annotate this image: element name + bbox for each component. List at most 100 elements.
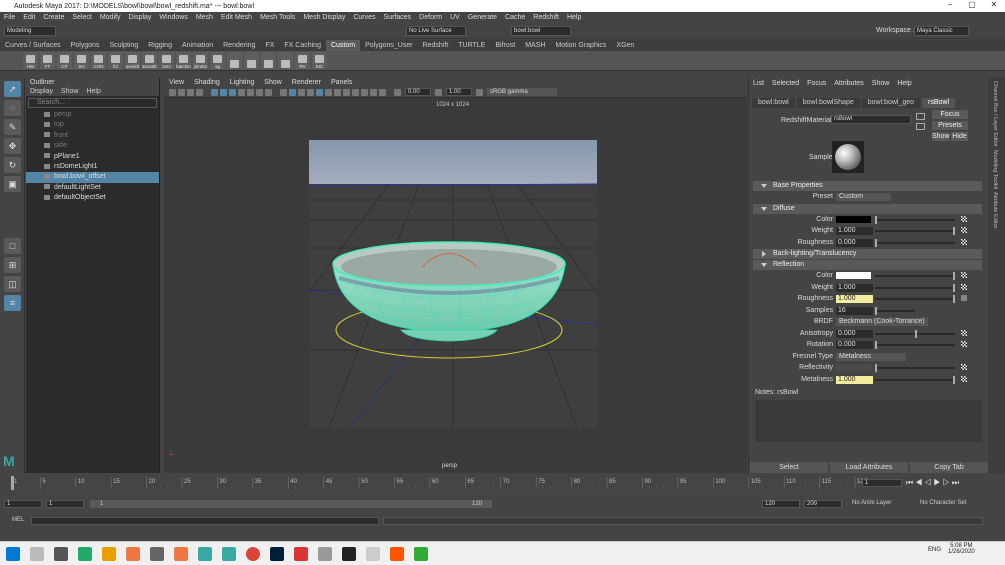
move-tool-icon[interactable]: ✥ <box>4 138 21 154</box>
shelf-button[interactable]: FT <box>40 52 55 69</box>
outliner-item[interactable]: pPlane1 <box>26 152 159 162</box>
app-icon[interactable] <box>414 546 428 561</box>
menu-uv[interactable]: UV <box>450 14 460 21</box>
image-plane-icon[interactable] <box>196 88 203 96</box>
refl-color-swatch[interactable] <box>836 272 871 279</box>
hide-button[interactable]: Hide <box>951 132 968 141</box>
shelf-button[interactable]: sg <box>210 52 225 69</box>
menu-display[interactable]: Display <box>128 14 151 21</box>
attr-footer-button[interactable]: Copy Tab <box>910 462 988 473</box>
film-gate-icon[interactable] <box>220 88 227 96</box>
outliner-item[interactable]: defaultObjectSet <box>26 193 159 203</box>
safe-title-icon[interactable] <box>265 88 272 96</box>
app-icon[interactable] <box>174 546 188 561</box>
map-button-icon[interactable] <box>961 238 967 245</box>
refl-roughness-field[interactable]: 1.000 <box>836 295 873 303</box>
attr-tab[interactable]: rsBowl <box>922 98 956 108</box>
diffuse-roughness-slider[interactable] <box>875 238 955 247</box>
shelf-button[interactable]: SH <box>74 52 89 69</box>
refl-samples-slider[interactable] <box>875 306 915 315</box>
minimize-button[interactable]: – <box>939 0 961 9</box>
app-icon[interactable] <box>102 546 116 561</box>
maya-taskbar-icon[interactable] <box>198 546 212 561</box>
scale-tool-icon[interactable]: ▣ <box>4 176 21 192</box>
shelf-tab[interactable]: XGen <box>611 40 639 51</box>
menu-edit[interactable]: Edit <box>23 14 35 21</box>
outliner-layout-icon[interactable]: ≡ <box>4 295 21 311</box>
app-icon[interactable] <box>78 546 92 561</box>
focus-button[interactable]: Focus <box>932 110 968 119</box>
language-indicator[interactable]: ENG <box>928 547 941 553</box>
shelf-tab[interactable]: TURTLE <box>453 40 490 51</box>
shelf-button[interactable]: jointSz <box>193 52 208 69</box>
select-tool-icon[interactable]: ➚ <box>4 81 21 97</box>
playback-start-field[interactable]: 1 <box>46 500 84 508</box>
reflectivity-slider[interactable] <box>875 364 955 372</box>
reflectivity-swatch[interactable] <box>836 364 871 371</box>
menu-generate[interactable]: Generate <box>468 14 497 21</box>
object-name-field[interactable]: bowl:bowl <box>511 25 571 36</box>
attr-menu-item[interactable]: Show <box>872 78 890 89</box>
side-tab[interactable]: Channel Box / Layer Editor <box>992 81 998 147</box>
outliner-item[interactable]: front <box>26 131 159 141</box>
app-icon[interactable] <box>126 546 140 561</box>
paint-select-icon[interactable]: ✎ <box>4 119 21 135</box>
backlighting-section[interactable]: Back-lighting/Translucency <box>753 249 982 259</box>
shelf-button[interactable]: EIC <box>312 52 327 69</box>
two-pane-icon[interactable]: ◫ <box>4 276 21 292</box>
menu-modify[interactable]: Modify <box>100 14 121 21</box>
reflection-section[interactable]: Reflection <box>753 260 982 270</box>
side-tab[interactable]: Attribute Editor <box>992 192 998 228</box>
search-icon[interactable] <box>30 546 44 561</box>
map-button-icon[interactable] <box>961 329 967 336</box>
shelf-button[interactable] <box>278 52 293 69</box>
attr-footer-button[interactable]: Load Attributes <box>830 462 908 473</box>
input-connection-icon[interactable] <box>916 123 925 130</box>
attr-menu-item[interactable]: List <box>753 78 764 89</box>
shelf-tab[interactable]: Redshift <box>418 40 454 51</box>
diffuse-color-slider[interactable] <box>875 215 955 224</box>
menu-select[interactable]: Select <box>72 14 91 21</box>
connected-map-icon[interactable] <box>961 295 967 301</box>
shelf-tab[interactable]: Custom <box>325 40 361 51</box>
anim-layer-dropdown[interactable]: No Anim Layer <box>852 500 891 506</box>
smooth-shade-icon[interactable] <box>289 88 296 96</box>
menu-deform[interactable]: Deform <box>419 14 442 21</box>
metalness-slider[interactable] <box>875 375 955 384</box>
shelf-button[interactable]: fcl <box>108 52 123 69</box>
task-view-icon[interactable] <box>54 546 68 561</box>
shelf-button[interactable]: zero <box>159 52 174 69</box>
shelf-tab[interactable]: Rendering <box>218 40 260 51</box>
material-name-field[interactable]: rsBowl <box>831 115 911 124</box>
anisotropy-slider[interactable] <box>875 329 955 338</box>
app-icon[interactable] <box>342 546 356 561</box>
menu-file[interactable]: File <box>4 14 15 21</box>
outliner-item[interactable]: top <box>26 120 159 130</box>
map-button-icon[interactable] <box>961 272 967 278</box>
output-connection-icon[interactable] <box>916 113 925 120</box>
shelf-tab[interactable]: Sculpting <box>104 40 143 51</box>
anisotropy-field[interactable]: 0.000 <box>836 329 873 338</box>
range-bar[interactable]: 1 120 <box>90 500 492 508</box>
lights-icon[interactable] <box>316 88 323 96</box>
refl-weight-field[interactable]: 1.000 <box>836 283 873 292</box>
diffuse-roughness-field[interactable]: 0.000 <box>836 238 873 247</box>
refl-roughness-slider[interactable] <box>875 295 955 303</box>
outliner-search-input[interactable]: Search... <box>28 98 157 108</box>
lasso-tool-icon[interactable]: ◌ <box>4 100 21 116</box>
shelf-tab[interactable]: FX <box>260 40 279 51</box>
chrome-icon[interactable] <box>246 546 260 561</box>
app-icon[interactable] <box>294 546 308 561</box>
time-slider[interactable]: 1 5 10 15 20 25 30 35 40 45 50 55 60 65 70 75 80 85 90 95 10… <box>0 473 1005 493</box>
playback-controls-icon[interactable]: ⏮◀◁▶▷⏭ <box>906 478 961 488</box>
gate-mask-icon[interactable] <box>238 88 245 96</box>
menu-curves[interactable]: Curves <box>353 14 375 21</box>
refl-color-slider[interactable] <box>875 272 955 280</box>
presets-button[interactable]: Presets <box>932 121 968 130</box>
outliner-item[interactable]: bowl:bowl_offset <box>26 172 159 183</box>
lock-camera-icon[interactable] <box>178 88 185 96</box>
menu-edit-mesh[interactable]: Edit Mesh <box>221 14 252 21</box>
viewport-menu-item[interactable]: Panels <box>331 78 352 87</box>
shelf-tab[interactable]: Polygons_User <box>360 40 417 51</box>
wireframe-icon[interactable] <box>280 88 287 96</box>
